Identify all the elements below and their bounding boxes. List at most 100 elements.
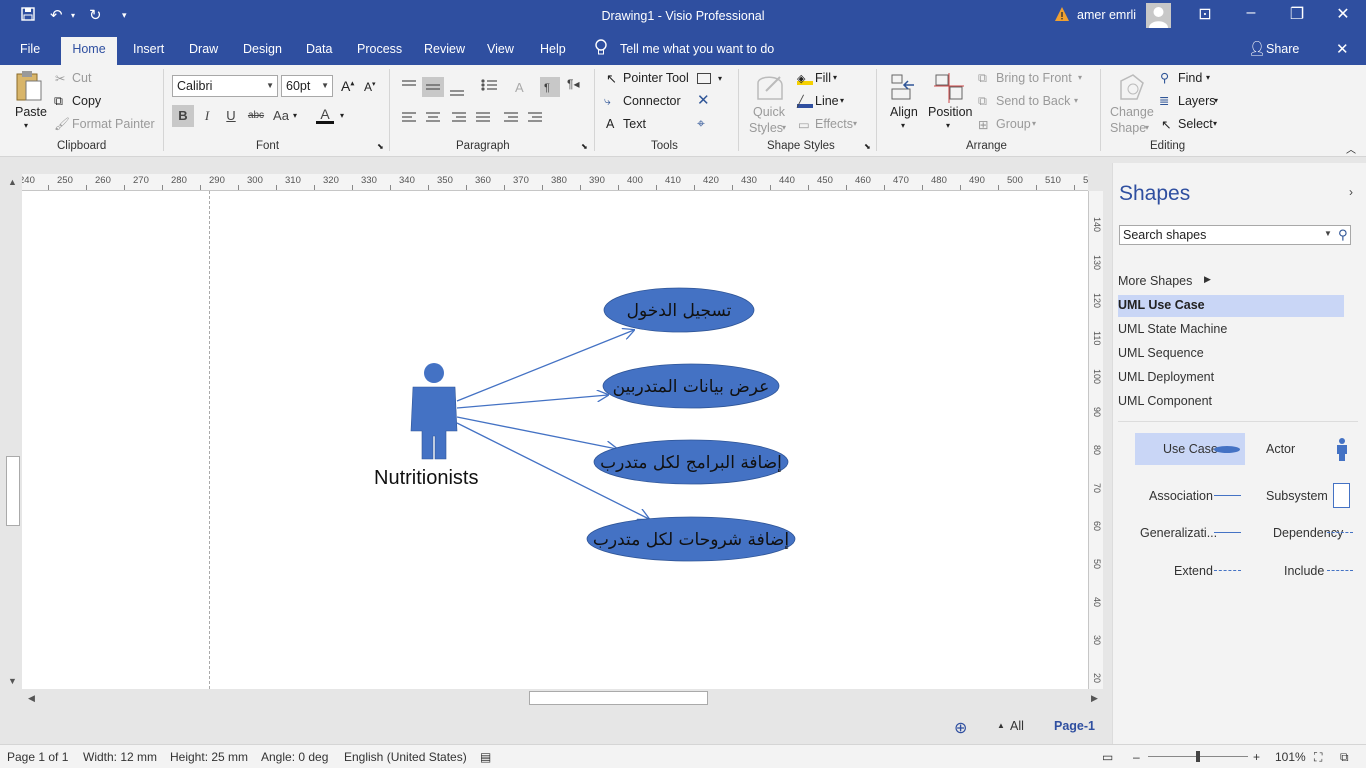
- paste-button[interactable]: Paste: [15, 105, 47, 119]
- status-width[interactable]: Width: 12 mm: [83, 750, 157, 764]
- tab-draw[interactable]: Draw: [189, 42, 218, 56]
- chevron-down-icon[interactable]: ▾: [1214, 96, 1218, 105]
- align-button[interactable]: Align: [890, 105, 918, 119]
- close-ribbon-icon[interactable]: ✕: [1336, 40, 1349, 58]
- chevron-down-icon[interactable]: ▾: [782, 123, 786, 132]
- scroll-left-icon[interactable]: ◀: [28, 693, 35, 704]
- drawing-canvas[interactable]: تسجيل الدخول عرض بيانات المتدربين إضافة …: [22, 191, 1088, 689]
- chevron-down-icon[interactable]: ▾: [1206, 73, 1210, 82]
- status-page[interactable]: Page 1 of 1: [7, 750, 68, 764]
- user-name[interactable]: amer emrli: [1077, 8, 1136, 22]
- text-block-icon[interactable]: ⌖: [697, 115, 705, 132]
- chevron-down-icon[interactable]: ▾: [718, 74, 722, 83]
- tab-process[interactable]: Process: [357, 42, 402, 56]
- dialog-launcher-icon[interactable]: ⬊: [581, 142, 588, 151]
- status-height[interactable]: Height: 25 mm: [170, 750, 248, 764]
- collapse-ribbon-icon[interactable]: ︿: [1346, 141, 1356, 156]
- chevron-down-icon[interactable]: ▾: [1078, 73, 1082, 82]
- stencil-uml-component[interactable]: UML Component: [1118, 391, 1344, 413]
- dialog-launcher-icon[interactable]: ⬊: [864, 142, 871, 151]
- tab-file[interactable]: File: [20, 42, 40, 56]
- master-generalization-label[interactable]: Generalizati...: [1140, 526, 1217, 540]
- tell-me-search[interactable]: Tell me what you want to do: [620, 42, 774, 56]
- paste-dropdown-icon[interactable]: ▾: [24, 121, 28, 130]
- switch-windows-icon[interactable]: ⧉: [1340, 750, 1349, 765]
- presentation-mode-icon[interactable]: ▭: [1102, 750, 1113, 764]
- quick-styles-label[interactable]: Quick: [753, 105, 785, 119]
- dialog-launcher-icon[interactable]: ⬊: [377, 142, 384, 151]
- tab-design[interactable]: Design: [243, 42, 282, 56]
- select-button[interactable]: Select: [1178, 117, 1213, 131]
- chevron-down-icon[interactable]: ▾: [853, 119, 857, 128]
- association-line[interactable]: [456, 416, 617, 449]
- more-shapes-item[interactable]: More Shapes ▶: [1118, 271, 1344, 293]
- font-color-icon[interactable]: A: [316, 107, 334, 124]
- search-shapes-input[interactable]: Search shapes ▼ ⚲: [1119, 225, 1351, 245]
- vertical-scrollbar[interactable]: ▲ ▼: [5, 174, 22, 689]
- chevron-down-icon[interactable]: ▼: [1324, 229, 1332, 238]
- master-subsystem-label[interactable]: Subsystem: [1266, 489, 1328, 503]
- tab-data[interactable]: Data: [306, 42, 332, 56]
- master-extend-label[interactable]: Extend: [1174, 564, 1213, 578]
- line-button[interactable]: Line: [815, 94, 839, 108]
- strikethrough-button[interactable]: abc: [246, 110, 266, 121]
- search-icon[interactable]: ⚲: [1338, 227, 1348, 243]
- avatar[interactable]: [1146, 3, 1171, 28]
- connection-point-icon[interactable]: ✕: [697, 91, 710, 109]
- pointer-tool-button[interactable]: Pointer Tool: [623, 71, 689, 85]
- horizontal-scroll-thumb[interactable]: [529, 691, 708, 705]
- chevron-down-icon[interactable]: ▾: [840, 96, 844, 105]
- position-button[interactable]: Position: [928, 105, 972, 119]
- insert-page-icon[interactable]: ⊕: [954, 718, 967, 738]
- change-shape-label[interactable]: Change: [1110, 105, 1154, 119]
- master-include-label[interactable]: Include: [1284, 564, 1324, 578]
- master-actor-label[interactable]: Actor: [1266, 442, 1295, 456]
- page-tab[interactable]: Page-1: [1054, 719, 1095, 733]
- chevron-down-icon[interactable]: ▾: [293, 111, 297, 120]
- scroll-up-icon[interactable]: ▲: [8, 177, 17, 187]
- zoom-level[interactable]: 101%: [1275, 750, 1306, 764]
- change-case-button[interactable]: Aa: [271, 108, 291, 123]
- association-line[interactable]: [456, 395, 608, 409]
- macro-icon[interactable]: ▤: [480, 750, 491, 764]
- stencil-uml-deployment[interactable]: UML Deployment: [1118, 367, 1344, 389]
- use-case-diagram[interactable]: تسجيل الدخول عرض بيانات المتدربين إضافة …: [22, 191, 1088, 689]
- stencil-uml-sequence[interactable]: UML Sequence: [1118, 343, 1344, 365]
- rectangle-icon[interactable]: [697, 73, 711, 84]
- format-painter-button[interactable]: Format Painter: [72, 117, 155, 131]
- bring-to-front-button[interactable]: Bring to Front: [996, 71, 1072, 85]
- stencil-uml-use-case[interactable]: UML Use Case: [1118, 295, 1344, 317]
- close-icon[interactable]: ✕: [1328, 4, 1358, 24]
- chevron-down-icon[interactable]: ▾: [1032, 119, 1036, 128]
- master-dependency-label[interactable]: Dependency: [1273, 526, 1343, 540]
- zoom-slider-thumb[interactable]: [1196, 751, 1200, 762]
- scroll-right-icon[interactable]: ▶: [1091, 693, 1098, 704]
- master-association-label[interactable]: Association: [1149, 489, 1213, 503]
- chevron-down-icon[interactable]: ▾: [340, 111, 344, 120]
- find-button[interactable]: Find: [1178, 71, 1202, 85]
- warning-icon[interactable]: [1054, 6, 1070, 22]
- connector-button[interactable]: Connector: [623, 94, 681, 108]
- bold-button[interactable]: B: [172, 105, 194, 127]
- paragraph-icons[interactable]: A ¶: [400, 77, 560, 137]
- vertical-scroll-thumb[interactable]: [6, 456, 20, 526]
- all-pages-button[interactable]: All: [1010, 719, 1024, 733]
- scroll-down-icon[interactable]: ▼: [8, 676, 17, 686]
- share-button[interactable]: Share: [1266, 42, 1299, 56]
- grow-font-icon[interactable]: A▴: [341, 78, 354, 94]
- page-list-icon[interactable]: ▲: [997, 721, 1005, 730]
- copy-button[interactable]: Copy: [72, 94, 101, 108]
- italic-button[interactable]: I: [198, 108, 216, 124]
- group-button[interactable]: Group: [996, 117, 1031, 131]
- send-to-back-button[interactable]: Send to Back: [996, 94, 1070, 108]
- shape-label[interactable]: Shape: [1110, 121, 1146, 135]
- cut-button[interactable]: Cut: [72, 71, 91, 85]
- stencil-uml-state-machine[interactable]: UML State Machine: [1118, 319, 1344, 341]
- horizontal-scrollbar[interactable]: ◀ ▶: [22, 690, 1103, 707]
- tab-home[interactable]: Home: [61, 37, 117, 65]
- minimize-icon[interactable]: –: [1236, 4, 1266, 22]
- font-family-select[interactable]: Calibri ▼: [172, 75, 278, 97]
- actor-shape[interactable]: [410, 363, 458, 460]
- fill-button[interactable]: Fill: [815, 71, 831, 85]
- chevron-down-icon[interactable]: ▾: [1213, 119, 1217, 128]
